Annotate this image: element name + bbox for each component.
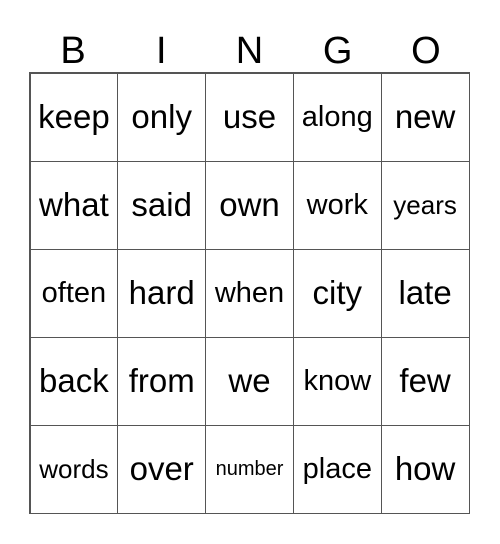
header-letter: G	[322, 30, 353, 72]
bingo-cell[interactable]: over	[117, 424, 207, 514]
bingo-cell[interactable]: what	[29, 160, 119, 250]
bingo-cell[interactable]: city	[292, 248, 382, 338]
bingo-cell[interactable]: along	[292, 72, 382, 162]
bingo-cell[interactable]: use	[205, 72, 294, 162]
header-letter: I	[156, 30, 167, 72]
bingo-cell[interactable]: when	[205, 248, 294, 338]
bingo-cell[interactable]: keep	[29, 72, 119, 162]
bingo-grid: keep only use along new what said own work years o…	[29, 72, 470, 514]
bingo-cell[interactable]: often	[29, 248, 119, 338]
header-letter: N	[235, 30, 264, 72]
bingo-cell[interactable]: how	[380, 424, 470, 514]
bingo-header: BINGO	[29, 30, 470, 72]
header-letter: O	[411, 30, 441, 72]
bingo-cell[interactable]: new	[380, 72, 470, 162]
bingo-cell[interactable]: late	[380, 248, 470, 338]
bingo-cell[interactable]: few	[380, 336, 470, 426]
bingo-cell[interactable]: place	[292, 424, 382, 514]
bingo-cell[interactable]: from	[117, 336, 207, 426]
bingo-cell[interactable]: own	[205, 160, 294, 250]
bingo-cell[interactable]: we	[205, 336, 294, 426]
bingo-cell[interactable]: work	[292, 160, 382, 250]
bingo-cell[interactable]: years	[380, 160, 470, 250]
bingo-cell[interactable]: back	[29, 336, 119, 426]
bingo-cell[interactable]: words	[29, 424, 119, 514]
bingo-cell[interactable]: know	[292, 336, 382, 426]
bingo-cell[interactable]: only	[117, 72, 207, 162]
bingo-cell[interactable]: hard	[117, 248, 207, 338]
bingo-cell[interactable]: number	[205, 424, 294, 514]
header-letter: B	[60, 30, 86, 72]
bingo-cell[interactable]: said	[117, 160, 207, 250]
